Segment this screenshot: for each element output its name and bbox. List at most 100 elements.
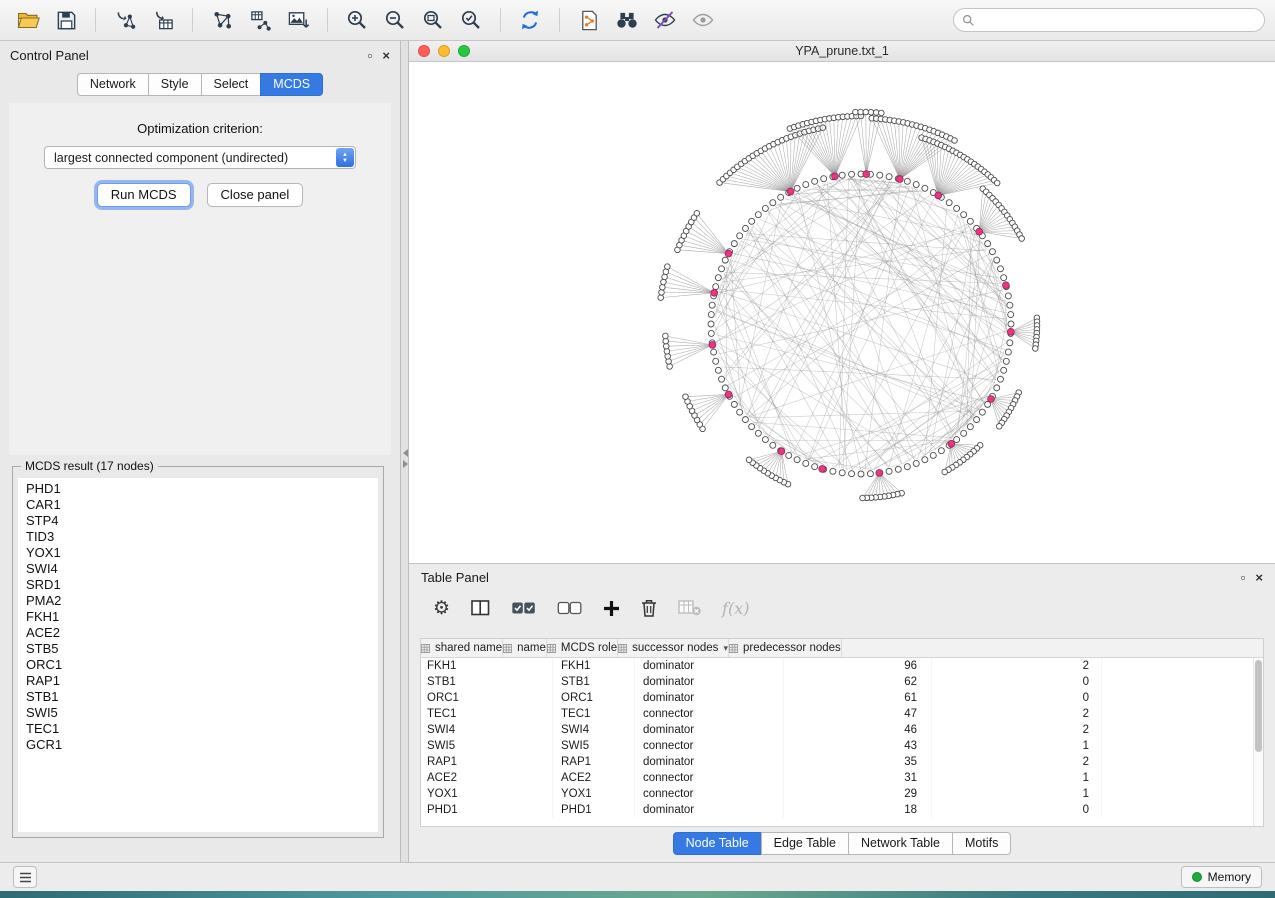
mcds-node-item[interactable]: YOX1: [26, 545, 378, 561]
cell-successor-nodes: 61: [784, 690, 932, 706]
close-table-panel-button[interactable]: ×: [1255, 571, 1263, 584]
cell-name: SWI5: [553, 738, 635, 754]
divider-collapse-arrows-icon[interactable]: [401, 449, 409, 468]
import-table-from-file-button[interactable]: [145, 5, 181, 35]
column-header[interactable]: shared name: [421, 639, 503, 657]
search-network-button[interactable]: [609, 5, 645, 35]
column-menu-arrow-icon[interactable]: ▾: [723, 643, 728, 654]
table-row[interactable]: ORC1 ORC1 dominator 61 0: [421, 690, 1263, 706]
show-panels-menu-button[interactable]: [13, 866, 37, 888]
apply-function-icon: f(x): [722, 599, 749, 618]
toolbar-separator: [327, 8, 328, 32]
zoom-in-button[interactable]: [339, 5, 375, 35]
list-menu-icon: [19, 872, 32, 883]
cell-mcds-role: dominator: [635, 754, 784, 770]
export-network-image-button[interactable]: [280, 5, 316, 35]
table-scrollbar[interactable]: [1253, 658, 1263, 826]
show-columns-icon[interactable]: [471, 600, 490, 616]
table-panel-title: Table Panel: [421, 570, 489, 585]
mcds-node-item[interactable]: SWI5: [26, 705, 378, 721]
control-panel-tab[interactable]: MCDS: [260, 73, 323, 96]
select-all-rows-icon[interactable]: [511, 601, 536, 615]
close-panel-button[interactable]: ×: [382, 49, 390, 62]
mcds-node-item[interactable]: PMA2: [26, 593, 378, 609]
table-row[interactable]: ACE2 ACE2 connector 31 1: [421, 770, 1263, 786]
network-window-title: YPA_prune.txt_1: [409, 44, 1275, 58]
zoom-out-button[interactable]: [377, 5, 413, 35]
table-row[interactable]: YOX1 YOX1 connector 29 1: [421, 786, 1263, 802]
new-network-from-table-button[interactable]: [242, 5, 278, 35]
table-panel-tabs: Node TableEdge TableNetwork TableMotifs: [409, 832, 1275, 855]
zoom-in-icon: [345, 8, 369, 32]
cell-mcds-role: connector: [635, 738, 784, 754]
mcds-node-item[interactable]: FKH1: [26, 609, 378, 625]
table-scrollbar-thumb[interactable]: [1255, 660, 1262, 752]
memory-button[interactable]: Memory: [1181, 866, 1262, 888]
column-header[interactable]: successor nodes ▾: [618, 639, 729, 657]
table-panel-tab[interactable]: Node Table: [673, 832, 761, 855]
mcds-node-item[interactable]: RAP1: [26, 673, 378, 689]
network-canvas[interactable]: [409, 62, 1275, 563]
control-panel-tab[interactable]: Network: [77, 73, 148, 96]
deselect-all-rows-icon[interactable]: [557, 601, 582, 615]
zoom-selected-button[interactable]: [453, 5, 489, 35]
show-details-button[interactable]: [685, 5, 721, 35]
share-document-button[interactable]: [571, 5, 607, 35]
search-box[interactable]: [953, 8, 1265, 32]
open-file-button[interactable]: [10, 5, 46, 35]
table-panel-tab[interactable]: Edge Table: [761, 832, 848, 855]
mcds-node-item[interactable]: SRD1: [26, 577, 378, 593]
cell-successor-nodes: 46: [784, 722, 932, 738]
mcds-node-item[interactable]: PHD1: [26, 481, 378, 497]
hide-details-button[interactable]: [647, 5, 683, 35]
table-panel-tab[interactable]: Network Table: [848, 832, 952, 855]
table-panel-tab[interactable]: Motifs: [952, 832, 1011, 855]
table-row[interactable]: STB1 STB1 dominator 62 0: [421, 674, 1263, 690]
float-panel-button[interactable]: ▫: [368, 49, 373, 62]
table-row[interactable]: RAP1 RAP1 dominator 35 2: [421, 754, 1263, 770]
window-minimize-icon[interactable]: [438, 45, 450, 57]
table-row[interactable]: FKH1 FKH1 dominator 96 2: [421, 658, 1263, 674]
mcds-node-item[interactable]: GCR1: [26, 737, 378, 753]
table-row[interactable]: SWI4 SWI4 dominator 46 2: [421, 722, 1263, 738]
save-session-button[interactable]: [48, 5, 84, 35]
criterion-dropdown[interactable]: largest connected component (undirected)…: [44, 146, 356, 169]
cell-mcds-role: connector: [635, 786, 784, 802]
close-mcds-panel-button[interactable]: Close panel: [207, 183, 304, 207]
window-zoom-icon[interactable]: [458, 45, 470, 57]
mcds-node-item[interactable]: TEC1: [26, 721, 378, 737]
toolbar-separator: [500, 8, 501, 32]
column-header[interactable]: MCDS role: [547, 639, 618, 657]
table-settings-icon[interactable]: ⚙: [433, 599, 450, 618]
mcds-node-item[interactable]: TID3: [26, 529, 378, 545]
mcds-node-item[interactable]: SWI4: [26, 561, 378, 577]
run-mcds-button[interactable]: Run MCDS: [97, 183, 191, 207]
new-network-button[interactable]: [204, 5, 240, 35]
column-header-label: successor nodes: [632, 642, 718, 654]
import-network-from-file-button[interactable]: [107, 5, 143, 35]
window-close-icon[interactable]: [418, 45, 430, 57]
table-row[interactable]: SWI5 SWI5 connector 43 1: [421, 738, 1263, 754]
panel-split-divider[interactable]: [401, 41, 409, 862]
mcds-node-item[interactable]: STB5: [26, 641, 378, 657]
mcds-node-item[interactable]: CAR1: [26, 497, 378, 513]
add-row-icon[interactable]: [603, 600, 620, 617]
float-table-panel-button[interactable]: ▫: [1241, 571, 1246, 584]
memory-label: Memory: [1208, 870, 1251, 884]
mcds-node-item[interactable]: ACE2: [26, 625, 378, 641]
mcds-node-item[interactable]: STB1: [26, 689, 378, 705]
column-header[interactable]: name: [503, 639, 547, 657]
column-header-label: MCDS role: [561, 642, 617, 654]
mcds-node-item[interactable]: ORC1: [26, 657, 378, 673]
column-header[interactable]: predecessor nodes: [729, 639, 842, 657]
apply-layout-button[interactable]: [512, 5, 548, 35]
table-row[interactable]: PHD1 PHD1 dominator 18 0: [421, 802, 1263, 818]
search-input[interactable]: [980, 13, 1256, 27]
mcds-node-item[interactable]: STP4: [26, 513, 378, 529]
control-panel-tab[interactable]: Select: [201, 73, 261, 96]
zoom-fit-button[interactable]: [415, 5, 451, 35]
cell-successor-nodes: 18: [784, 802, 932, 818]
table-row[interactable]: TEC1 TEC1 connector 47 2: [421, 706, 1263, 722]
control-panel-tab[interactable]: Style: [148, 73, 201, 96]
delete-rows-icon[interactable]: [641, 599, 657, 617]
